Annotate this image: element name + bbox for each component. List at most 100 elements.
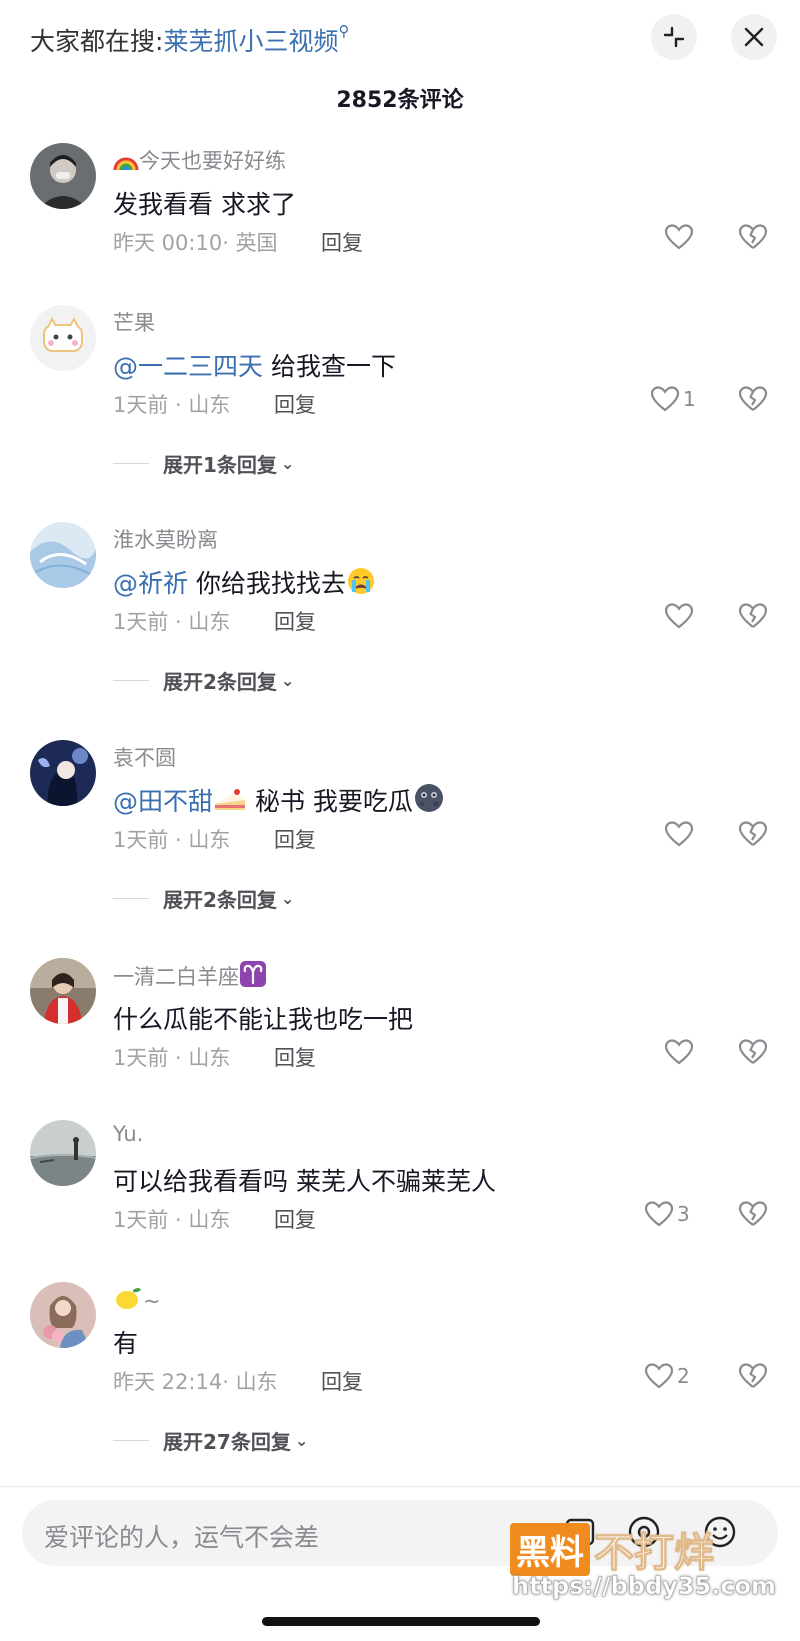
broken-heart-icon xyxy=(738,1201,768,1226)
comment-text: 可以给我看看吗 莱芜人不骗莱芜人 xyxy=(113,1167,496,1196)
divider xyxy=(113,1440,149,1441)
comment-meta: 昨天 00:10· 英国 xyxy=(113,231,278,255)
reply-button[interactable]: 回复 xyxy=(274,1204,316,1234)
divider xyxy=(0,1486,800,1487)
dislike-button[interactable] xyxy=(738,385,768,417)
watermark-text: 不打烊 xyxy=(594,1530,715,1577)
like-count: 2 xyxy=(677,1364,690,1388)
divider xyxy=(113,898,149,899)
avatar[interactable] xyxy=(30,958,96,1024)
dislike-button[interactable] xyxy=(738,1362,768,1394)
comment-username[interactable]: 芒果 xyxy=(113,307,155,337)
like-button[interactable] xyxy=(664,223,694,251)
watermark-box: 黑料 xyxy=(510,1522,590,1576)
watermark-url: https://bbdy35.com xyxy=(512,1572,777,1601)
comment-username[interactable]: 淮水莫盼离 xyxy=(113,524,218,554)
search-prefix: 大家都在搜: xyxy=(30,27,164,56)
like-button[interactable] xyxy=(664,820,694,848)
heart-icon xyxy=(664,821,694,847)
avatar[interactable] xyxy=(30,740,96,806)
expand-replies-button[interactable]: 展开27条回复 ⌄ xyxy=(113,1426,308,1455)
expand-replies-button[interactable]: 展开2条回复 ⌄ xyxy=(113,666,294,695)
divider xyxy=(113,680,149,681)
search-keyword-link[interactable]: 莱芜抓小三视频 xyxy=(163,27,338,56)
reply-button[interactable]: 回复 xyxy=(274,606,316,636)
comment-text: @祈祈 你给我找找去 xyxy=(113,564,376,602)
dislike-button[interactable] xyxy=(738,602,768,634)
like-count: 3 xyxy=(677,1202,690,1226)
broken-heart-icon xyxy=(738,1039,768,1064)
heart-icon xyxy=(644,1363,674,1389)
comment-text: @一二三四天 给我查一下 xyxy=(113,352,396,381)
like-button[interactable]: 1 xyxy=(650,385,696,413)
comment-text: 什么瓜能不能让我也吃一把 xyxy=(113,1005,414,1034)
comment-meta: 1天前 · 山东 xyxy=(113,1046,231,1070)
dislike-button[interactable] xyxy=(738,1038,768,1070)
avatar[interactable] xyxy=(30,305,96,371)
like-button[interactable]: 2 xyxy=(644,1362,690,1390)
mention-link[interactable]: @祈祈 xyxy=(113,569,188,598)
comment-text: @田不甜 秘书 我要吃瓜 xyxy=(113,782,445,820)
comment-username[interactable]: Yu. xyxy=(113,1122,143,1146)
comment-text: 有 xyxy=(113,1329,139,1358)
dislike-button[interactable] xyxy=(738,1200,768,1232)
dislike-button[interactable] xyxy=(738,820,768,852)
expand-replies-button[interactable]: 展开1条回复 ⌄ xyxy=(113,449,294,478)
comment-input-placeholder: 爱评论的人，运气不会差 xyxy=(44,1523,320,1552)
comment-meta: 1天前 · 山东 xyxy=(113,828,231,852)
broken-heart-icon xyxy=(738,603,768,628)
comment-username[interactable]: 一清二白羊座 xyxy=(113,960,267,993)
comment-count: 2852条评论 xyxy=(336,88,464,113)
collapse-icon xyxy=(663,26,685,48)
avatar[interactable] xyxy=(30,522,96,588)
close-icon xyxy=(744,27,764,47)
close-button[interactable] xyxy=(731,14,777,60)
comment-username[interactable]: 袁不圆 xyxy=(113,742,176,772)
heart-icon xyxy=(664,224,694,250)
heart-icon xyxy=(650,386,680,412)
comment-meta: 1天前 · 山东 xyxy=(113,393,231,417)
chevron-down-icon: ⌄ xyxy=(280,454,295,473)
comment-text: 发我看看 求求了 xyxy=(113,190,296,219)
crying-emoji-icon xyxy=(346,566,376,602)
collapse-button[interactable] xyxy=(651,14,697,60)
watermark: 黑料 不打烊 xyxy=(510,1520,715,1578)
avatar[interactable] xyxy=(30,1282,96,1348)
heart-icon xyxy=(664,1039,694,1065)
moon-face-emoji-icon xyxy=(413,782,445,820)
divider xyxy=(113,463,149,464)
mention-link[interactable]: @田不甜 xyxy=(113,787,213,816)
avatar[interactable] xyxy=(30,143,96,209)
chevron-down-icon: ⌄ xyxy=(280,671,295,690)
reply-button[interactable]: 回复 xyxy=(274,824,316,854)
broken-heart-icon xyxy=(738,386,768,411)
expand-replies-button[interactable]: 展开2条回复 ⌄ xyxy=(113,884,294,913)
reply-button[interactable]: 回复 xyxy=(274,1042,316,1072)
avatar[interactable] xyxy=(30,1120,96,1186)
reply-button[interactable]: 回复 xyxy=(274,389,316,419)
comment-username[interactable]: ~ xyxy=(113,1284,161,1317)
broken-heart-icon xyxy=(738,224,768,249)
like-button[interactable] xyxy=(664,602,694,630)
comment-username[interactable]: 今天也要好好练 xyxy=(113,145,286,177)
comment-meta: 1天前 · 山东 xyxy=(113,1208,231,1232)
search-icon: ⚲ xyxy=(338,22,350,40)
chevron-down-icon: ⌄ xyxy=(294,1431,309,1450)
reply-button[interactable]: 回复 xyxy=(321,227,363,257)
trending-search-hint[interactable]: 大家都在搜:莱芜抓小三视频⚲ xyxy=(30,22,349,58)
cake-emoji-icon xyxy=(213,786,247,820)
top-bar: 大家都在搜:莱芜抓小三视频⚲ xyxy=(0,0,800,80)
reply-button[interactable]: 回复 xyxy=(321,1366,363,1396)
rainbow-emoji-icon xyxy=(113,152,139,177)
dislike-button[interactable] xyxy=(738,223,768,255)
chevron-down-icon: ⌄ xyxy=(280,889,295,908)
home-indicator[interactable] xyxy=(262,1617,540,1626)
heart-icon xyxy=(664,603,694,629)
comment-meta: 昨天 22:14· 山东 xyxy=(113,1370,278,1394)
like-button[interactable] xyxy=(664,1038,694,1066)
like-button[interactable]: 3 xyxy=(644,1200,690,1228)
aries-emoji-icon xyxy=(239,960,267,993)
heart-icon xyxy=(644,1201,674,1227)
broken-heart-icon xyxy=(738,821,768,846)
mention-link[interactable]: @一二三四天 xyxy=(113,352,263,381)
